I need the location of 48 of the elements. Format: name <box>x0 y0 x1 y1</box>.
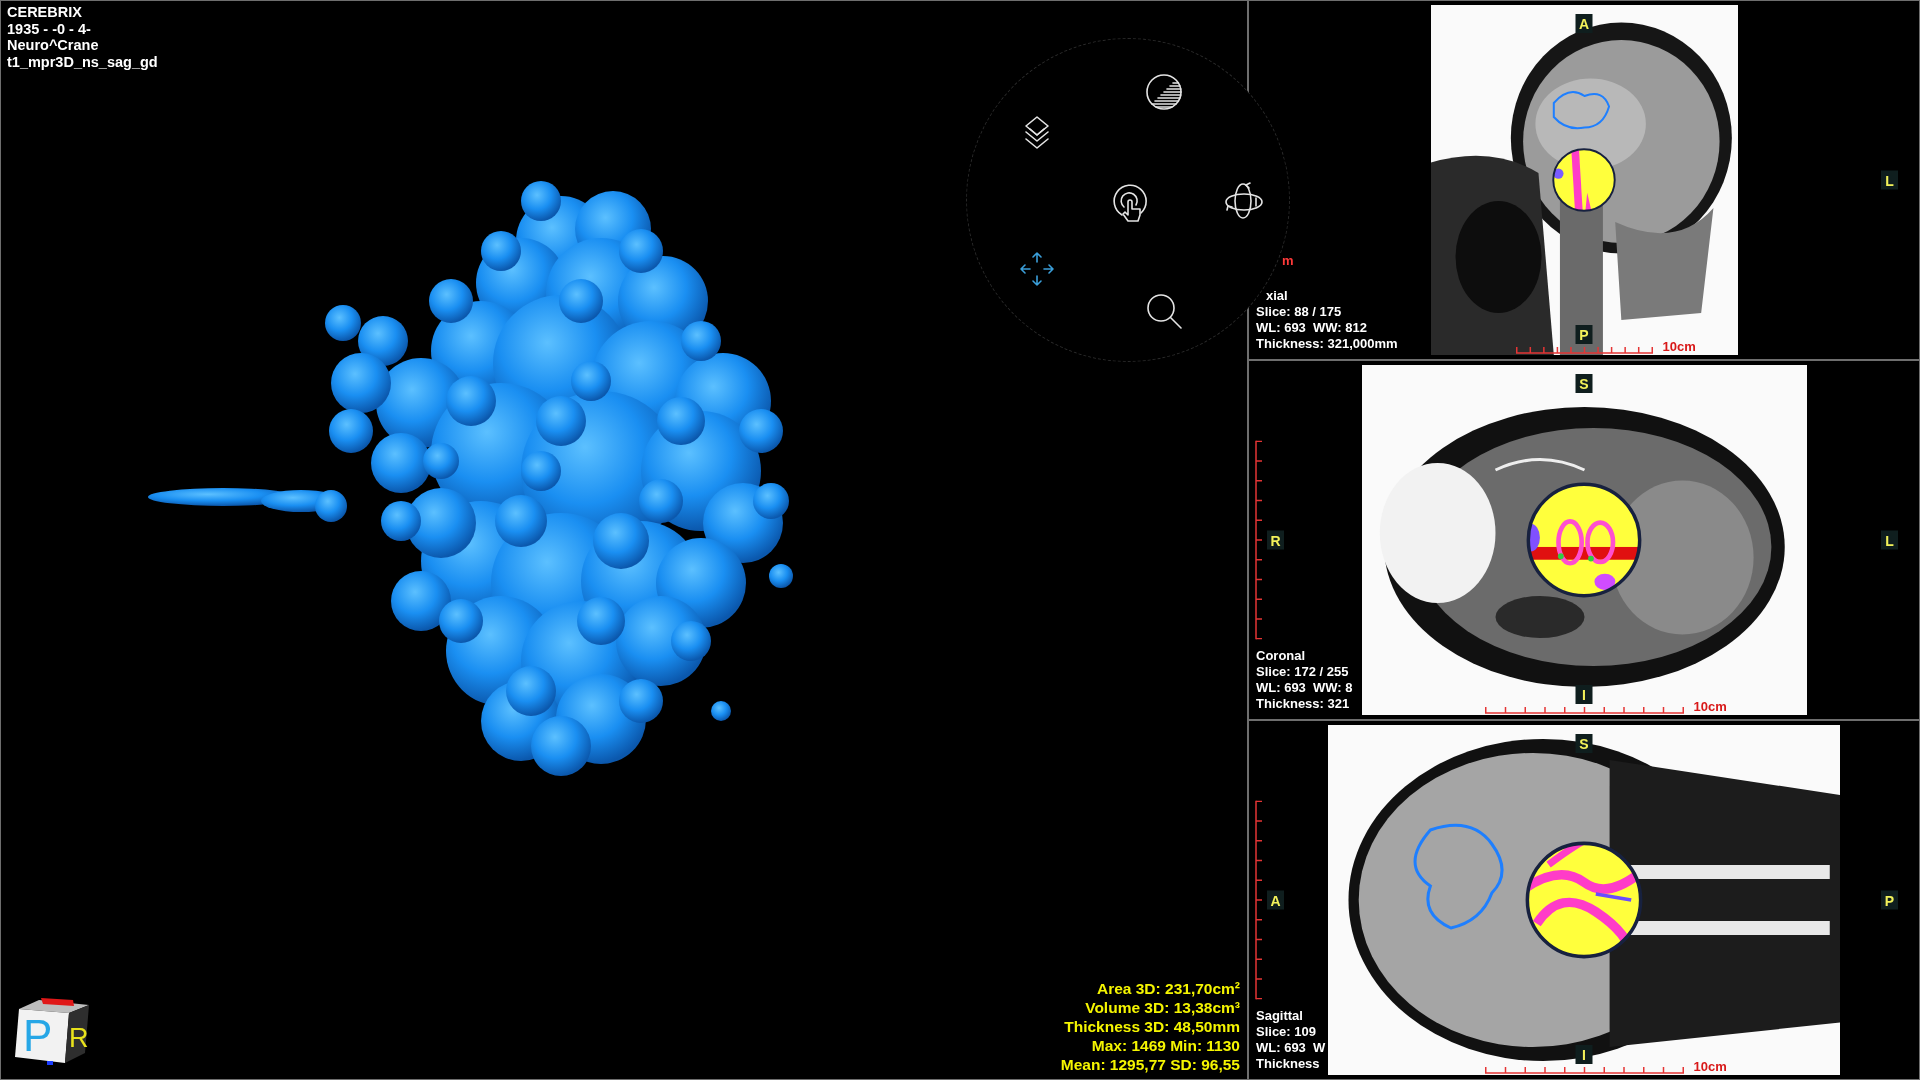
patient-info-text: CEREBRIX <box>7 4 83 21</box>
view-title: Coronal <box>1256 648 1307 664</box>
rotate-tool-button[interactable] <box>1224 181 1264 221</box>
zoom-tool-button[interactable] <box>1144 291 1184 331</box>
orientation-label: A <box>1575 14 1593 33</box>
orientation-label: P <box>1575 325 1593 344</box>
view-title: Sagittal <box>1256 1008 1304 1024</box>
pan-tool-button[interactable] <box>1017 249 1057 289</box>
measurement-text: Max: 1469 Min: 1130 <box>1090 1036 1240 1055</box>
measurement-text: Thickness 3D: 48,50mm <box>1063 1017 1240 1036</box>
scale-label: m <box>1282 254 1294 268</box>
image-info-text: Slice: 109 <box>1256 1024 1317 1040</box>
measurement-text: Volume 3D: 13,38cm³ <box>1084 998 1240 1017</box>
image-info-text: WL: 693 WW: 8 <box>1256 680 1353 696</box>
image-info-text: Thickness <box>1256 1056 1321 1072</box>
move-arrows-icon <box>1017 249 1057 289</box>
orientation-label: A <box>1267 890 1284 910</box>
orientation-label: S <box>1575 374 1593 393</box>
patient-info-text: t1_mpr3D_ns_sag_gd <box>7 53 158 70</box>
measurement-text: Mean: 1295,77 SD: 96,55 <box>1060 1055 1240 1074</box>
orientation-label: I <box>1575 1045 1593 1064</box>
pointer-tool-button[interactable] <box>1110 183 1150 223</box>
hand-pointer-icon <box>1110 183 1150 223</box>
contrast-tool-button[interactable] <box>1144 72 1184 112</box>
view-title: xial <box>1265 288 1289 304</box>
cube-face-label: P <box>23 1011 53 1060</box>
scale-label: 10cm <box>1693 1060 1727 1074</box>
cube-face-label: R <box>69 1023 89 1053</box>
orientation-label: P <box>1881 890 1898 910</box>
patient-info-text: 1935 - -0 - 4- <box>7 20 92 37</box>
image-info-text: Slice: 172 / 255 <box>1256 664 1350 680</box>
magnifier-icon <box>1144 291 1184 331</box>
image-info-text: WL: 693 WW: 812 <box>1256 320 1368 336</box>
rotate-3d-icon <box>1224 181 1264 221</box>
orientation-label: R <box>1267 530 1284 550</box>
orientation-label: L <box>1881 530 1898 550</box>
image-info-text: WL: 693 W <box>1256 1040 1326 1056</box>
image-info-text: Slice: 88 / 175 <box>1256 304 1343 320</box>
scale-label: 10cm <box>1693 700 1727 714</box>
orientation-label: S <box>1575 734 1593 753</box>
scale-label: 10cm <box>1662 340 1696 354</box>
contrast-icon <box>1144 72 1184 112</box>
image-info-text: Thickness: 321 <box>1256 696 1351 712</box>
orientation-label: L <box>1881 170 1898 190</box>
patient-info-text: Neuro^Crane <box>7 37 100 54</box>
orientation-label: I <box>1575 685 1593 704</box>
measurement-text: Area 3D: 231,70cm² <box>1095 979 1240 998</box>
image-info-text: Thickness: 321,000mm <box>1256 336 1398 352</box>
